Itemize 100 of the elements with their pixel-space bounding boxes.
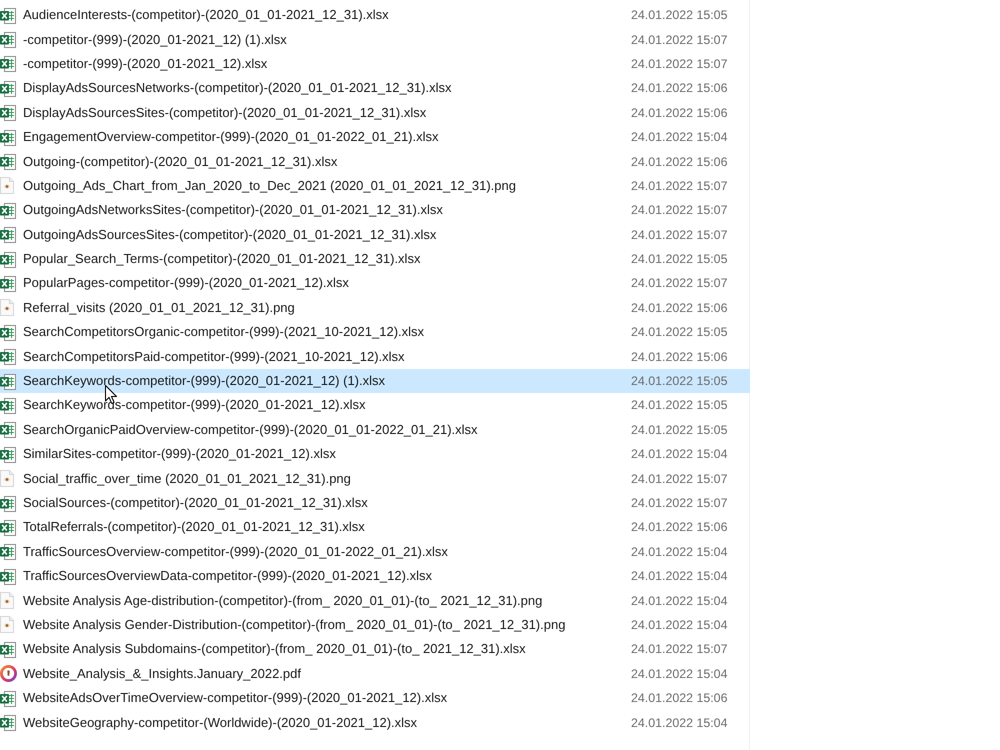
file-row[interactable]: Popular_Search_Terms-(competitor)-(2020_01_01-2021_12_31).xlsx 24.01.2022 15:05 bbox=[0, 246, 750, 272]
file-name: WebsiteGeography-competitor-(Worldwide)-(2020_01-2021_12).xlsx bbox=[23, 714, 418, 731]
file-row[interactable]: Website Analysis Age-distribution-(competitor)-(from_ 2020_01_01)-(to_ 2021_12_31).png 24.01.2022 15:04 bbox=[0, 588, 750, 613]
date-modified: 24.01.2022 15:06 bbox=[631, 80, 728, 96]
date-modified: 24.01.2022 15:04 bbox=[631, 592, 728, 609]
spreadsheet-file-icon bbox=[0, 250, 16, 268]
date-modified: 24.01.2022 15:06 bbox=[631, 154, 728, 170]
spreadsheet-file-icon bbox=[0, 31, 16, 48]
spreadsheet-file-icon bbox=[0, 202, 16, 219]
date-modified: 24.01.2022 15:07 bbox=[631, 178, 728, 194]
file-name: AudienceInterests-(competitor)-(2020_01_01-2021_12_31).xlsx bbox=[23, 7, 389, 24]
file-row[interactable]: AudienceInterests-(competitor)-(2020_01_01-2021_12_31).xlsx 24.01.2022 15:05 bbox=[0, 3, 750, 28]
spreadsheet-file-icon bbox=[0, 80, 16, 97]
file-name: SearchKeywords-competitor-(999)-(2020_01-2021_12).xlsx bbox=[23, 397, 366, 414]
file-row[interactable]: WebsiteAdsOverTimeOverview-competitor-(999)-(2020_01-2021_12).xlsx 24.01.2022 15:06 bbox=[0, 686, 750, 710]
file-name: TrafficSourcesOverview-competitor-(999)-(2020_01_01-2022_01_21).xlsx bbox=[23, 544, 448, 560]
file-name: DisplayAdsSourcesNetworks-(competitor)-(2020_01_01-2021_12_31).xlsx bbox=[23, 80, 452, 96]
file-row[interactable]: WebsiteGeography-competitor-(Worldwide)-(2020_01-2021_12).xlsx 24.01.2022 15:04 bbox=[0, 710, 750, 735]
file-row[interactable]: Website_Analysis_&_Insights.January_2022.pdf 24.01.2022 15:04 bbox=[0, 662, 750, 686]
file-row[interactable]: Referral_visits (2020_01_01_2021_12_31).png 24.01.2022 15:06 bbox=[0, 296, 750, 320]
date-modified: 24.01.2022 15:04 bbox=[631, 714, 728, 731]
file-row[interactable]: SearchOrganicPaidOverview-competitor-(999)-(2020_01_01-2022_01_21).xlsx 24.01.2022 15:05 bbox=[0, 418, 750, 442]
date-modified: 24.01.2022 15:07 bbox=[631, 275, 728, 292]
file-row[interactable]: SearchCompetitorsOrganic-competitor-(999)-(2021_10-2021_12).xlsx 24.01.2022 15:05 bbox=[0, 320, 750, 344]
date-modified: 24.01.2022 15:07 bbox=[631, 56, 728, 72]
file-row[interactable]: SearchCompetitorsPaid-competitor-(999)-(2021_10-2021_12).xlsx 24.01.2022 15:06 bbox=[0, 344, 750, 369]
file-row[interactable]: Social_traffic_over_time (2020_01_01_2021_12_31).png 24.01.2022 15:07 bbox=[0, 466, 750, 491]
date-modified: 24.01.2022 15:05 bbox=[631, 373, 728, 390]
file-name: DisplayAdsSourcesSites-(competitor)-(2020_01_01-2021_12_31).xlsx bbox=[23, 104, 426, 121]
file-name: SocialSources-(competitor)-(2020_01_01-2021_12_31).xlsx bbox=[23, 495, 368, 511]
file-row[interactable]: OutgoingAdsNetworksSites-(competitor)-(2020_01_01-2021_12_31).xlsx 24.01.2022 15:07 bbox=[0, 198, 750, 223]
file-name: OutgoingAdsSourcesSites-(competitor)-(2020_01_01-2021_12_31).xlsx bbox=[23, 226, 436, 243]
file-name: PopularPages-competitor-(999)-(2020_01-2021_12).xlsx bbox=[23, 275, 349, 292]
spreadsheet-file-icon bbox=[0, 421, 16, 438]
file-row[interactable]: Outgoing-(competitor)-(2020_01_01-2021_12_31).xlsx 24.01.2022 15:06 bbox=[0, 149, 750, 174]
file-row[interactable]: TotalReferrals-(competitor)-(2020_01_01-2021_12_31).xlsx 24.01.2022 15:06 bbox=[0, 515, 750, 540]
file-row[interactable]: EngagementOverview-competitor-(999)-(2020_01_01-2022_01_21).xlsx 24.01.2022 15:04 bbox=[0, 124, 750, 150]
spreadsheet-file-icon bbox=[0, 372, 16, 390]
file-name: Outgoing-(competitor)-(2020_01_01-2021_12_31).xlsx bbox=[23, 154, 338, 170]
date-modified: 24.01.2022 15:04 bbox=[631, 616, 728, 633]
file-name: -competitor-(999)-(2020_01-2021_12).xlsx bbox=[23, 56, 268, 72]
file-name: Website Analysis Subdomains-(competitor)-(from_ 2020_01_01)-(to_ 2021_12_31).xlsx bbox=[23, 641, 526, 658]
image-file-icon bbox=[0, 177, 14, 194]
file-row[interactable]: SocialSources-(competitor)-(2020_01_01-2021_12_31).xlsx 24.01.2022 15:07 bbox=[0, 490, 750, 516]
date-modified: 24.01.2022 15:07 bbox=[631, 32, 728, 48]
file-name: Website Analysis Age-distribution-(competitor)-(from_ 2020_01_01)-(to_ 2021_12_31).png bbox=[23, 592, 542, 609]
file-row[interactable]: -competitor-(999)-(2020_01-2021_12).xlsx 24.01.2022 15:07 bbox=[0, 52, 750, 76]
date-modified: 24.01.2022 15:04 bbox=[631, 446, 728, 462]
date-modified: 24.01.2022 15:05 bbox=[631, 422, 728, 438]
date-modified: 24.01.2022 15:06 bbox=[631, 519, 728, 536]
file-name: SearchKeywords-competitor-(999)-(2020_01-2021_12) (1).xlsx bbox=[23, 373, 386, 390]
file-row[interactable]: SimilarSites-competitor-(999)-(2020_01-2021_12).xlsx 24.01.2022 15:04 bbox=[0, 442, 750, 466]
file-row[interactable]: PopularPages-competitor-(999)-(2020_01-2021_12).xlsx 24.01.2022 15:07 bbox=[0, 271, 750, 296]
file-row[interactable]: SearchKeywords-competitor-(999)-(2020_01-2021_12).xlsx 24.01.2022 15:05 bbox=[0, 393, 750, 418]
file-name: OutgoingAdsNetworksSites-(competitor)-(2020_01_01-2021_12_31).xlsx bbox=[23, 202, 443, 218]
spreadsheet-file-icon bbox=[0, 543, 16, 560]
date-modified: 24.01.2022 15:04 bbox=[631, 666, 728, 682]
date-modified: 24.01.2022 15:06 bbox=[631, 104, 728, 121]
file-name: Popular_Search_Terms-(competitor)-(2020_01_01-2021_12_31).xlsx bbox=[23, 251, 420, 268]
spreadsheet-file-icon bbox=[0, 128, 16, 146]
date-modified: 24.01.2022 15:07 bbox=[631, 226, 728, 243]
spreadsheet-file-icon bbox=[0, 396, 16, 414]
spreadsheet-file-icon bbox=[0, 226, 16, 244]
date-modified: 24.01.2022 15:07 bbox=[631, 470, 728, 487]
file-name: Referral_visits (2020_01_01_2021_12_31).png bbox=[23, 300, 295, 316]
date-modified: 24.01.2022 15:07 bbox=[631, 202, 728, 218]
spreadsheet-file-icon bbox=[0, 446, 16, 463]
file-row[interactable]: Outgoing_Ads_Chart_from_Jan_2020_to_Dec_2021 (2020_01_01_2021_12_31).png 24.01.2022 15:07 bbox=[0, 174, 750, 198]
file-name: Website_Analysis_&_Insights.January_2022.pdf bbox=[23, 666, 301, 682]
date-modified: 24.01.2022 15:06 bbox=[631, 348, 728, 365]
spreadsheet-file-icon bbox=[0, 104, 16, 122]
date-modified: 24.01.2022 15:05 bbox=[631, 7, 728, 24]
round-document-icon bbox=[0, 665, 17, 682]
date-modified: 24.01.2022 15:05 bbox=[631, 251, 728, 268]
spreadsheet-file-icon bbox=[0, 6, 16, 24]
file-name: SearchCompetitorsPaid-competitor-(999)-(2021_10-2021_12).xlsx bbox=[23, 348, 405, 365]
file-name: SimilarSites-competitor-(999)-(2020_01-2021_12).xlsx bbox=[23, 446, 336, 462]
file-row[interactable]: DisplayAdsSourcesSites-(competitor)-(2020_01_01-2021_12_31).xlsx 24.01.2022 15:06 bbox=[0, 100, 750, 125]
spreadsheet-file-icon bbox=[0, 518, 16, 536]
file-row[interactable]: -competitor-(999)-(2020_01-2021_12) (1).xlsx 24.01.2022 15:07 bbox=[0, 27, 750, 52]
spreadsheet-file-icon bbox=[0, 348, 16, 366]
spreadsheet-file-icon bbox=[0, 324, 16, 341]
spreadsheet-file-icon bbox=[0, 153, 16, 170]
file-name: SearchCompetitorsOrganic-competitor-(999)-(2021_10-2021_12).xlsx bbox=[23, 324, 424, 340]
image-file-icon bbox=[0, 470, 14, 488]
file-name: EngagementOverview-competitor-(999)-(2020_01_01-2022_01_21).xlsx bbox=[23, 129, 439, 146]
date-modified: 24.01.2022 15:04 bbox=[631, 544, 728, 560]
file-row[interactable]: TrafficSourcesOverview-competitor-(999)-(2020_01_01-2022_01_21).xlsx 24.01.2022 15:04 bbox=[0, 540, 750, 564]
file-row[interactable]: Website Analysis Subdomains-(competitor)-(from_ 2020_01_01)-(to_ 2021_12_31).xlsx 24.01.2022 15:07 bbox=[0, 637, 750, 662]
file-row[interactable]: SearchKeywords-competitor-(999)-(2020_01-2021_12) (1).xlsx 24.01.2022 15:05 bbox=[0, 368, 750, 394]
date-modified: 24.01.2022 15:04 bbox=[631, 129, 728, 146]
spreadsheet-file-icon bbox=[0, 55, 16, 72]
file-name: Outgoing_Ads_Chart_from_Jan_2020_to_Dec_2021 (2020_01_01_2021_12_31).png bbox=[23, 178, 516, 194]
file-row[interactable]: DisplayAdsSourcesNetworks-(competitor)-(2020_01_01-2021_12_31).xlsx 24.01.2022 15:06 bbox=[0, 76, 750, 101]
file-row[interactable]: OutgoingAdsSourcesSites-(competitor)-(2020_01_01-2021_12_31).xlsx 24.01.2022 15:07 bbox=[0, 222, 750, 247]
file-row[interactable]: TrafficSourcesOverviewData-competitor-(999)-(2020_01-2021_12).xlsx 24.01.2022 15:04 bbox=[0, 564, 750, 588]
date-modified: 24.01.2022 15:07 bbox=[631, 495, 728, 511]
spreadsheet-file-icon bbox=[0, 640, 16, 658]
spreadsheet-file-icon bbox=[0, 274, 16, 292]
file-row[interactable]: Website Analysis Gender-Distribution-(competitor)-(from_ 2020_01_01)-(to_ 2021_12_31).png 24.01.2022 15:04 bbox=[0, 612, 750, 638]
